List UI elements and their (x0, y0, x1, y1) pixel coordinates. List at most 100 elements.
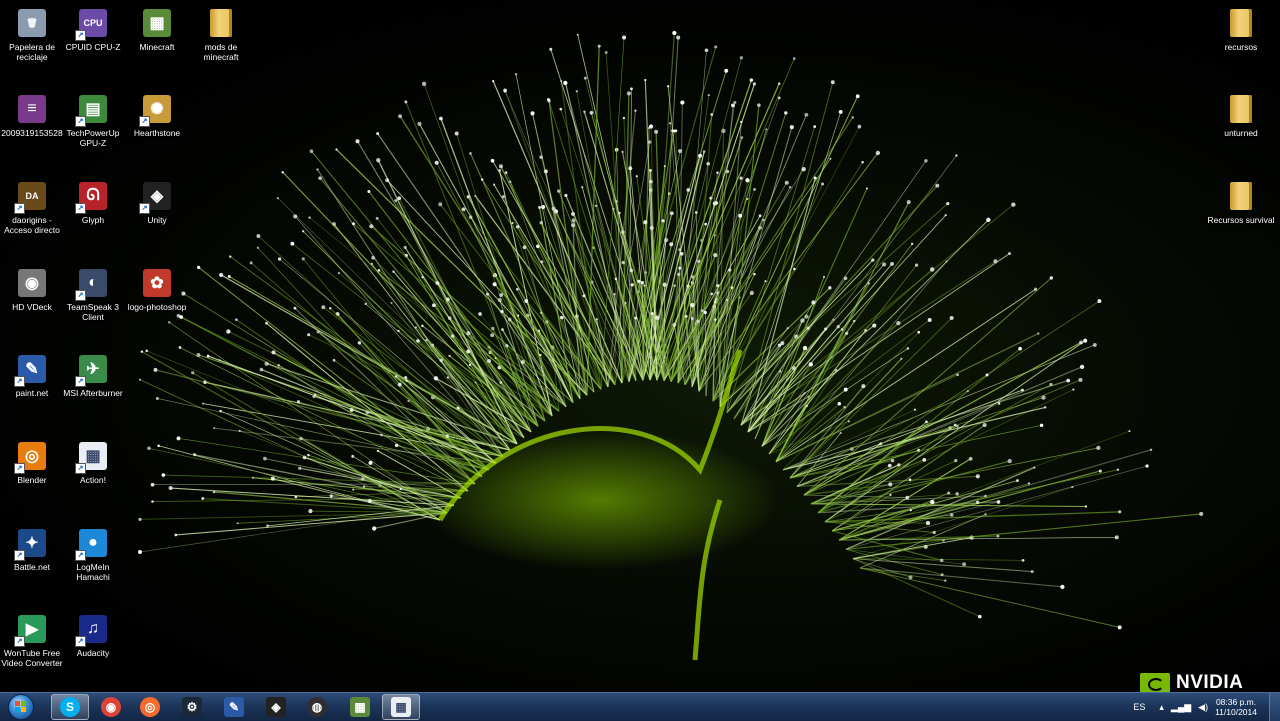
desktop-icon-label: WonTube Free Video Converter (1, 648, 63, 668)
desktop-icon-label: Minecraft (139, 42, 175, 52)
wallpaper-fiber-tip (985, 373, 989, 377)
wallpaper-fiber-tip (853, 319, 856, 323)
wallpaper-fiber-tip (168, 486, 173, 491)
desktop-icon-unity[interactable]: ◈ ↗ Unity (122, 175, 192, 225)
wallpaper-fiber-tip (955, 154, 958, 157)
wallpaper-fiber (852, 558, 981, 618)
shortcut-arrow-icon: ↗ (14, 376, 25, 387)
wallpaper-fiber-tip (559, 107, 563, 111)
wallpaper-fiber-tip (302, 230, 305, 233)
wallpaper-fiber-tip (1092, 343, 1097, 347)
origin-icon: ◎ (140, 697, 160, 717)
network-icon[interactable]: ▂▄▆ (1171, 702, 1191, 713)
taskbar-button-origin[interactable]: ◎ (131, 694, 169, 720)
desktop-icon-winrar-file[interactable]: ≡ 2009319153528 (0, 88, 67, 138)
wallpaper-glow (420, 430, 780, 570)
nvidia-eye-icon (1140, 673, 1170, 693)
wallpaper-fiber-tip (547, 99, 551, 103)
desktop-icon-recursos-survival[interactable]: Recursos survival (1206, 175, 1276, 225)
desktop-icon-action[interactable]: ▦ ↗ Action! (58, 435, 128, 485)
wallpaper-fiber-tip (549, 47, 553, 51)
cpuz-icon: CPU ↗ (75, 6, 110, 41)
desktop-icon-blender[interactable]: ◎ ↗ Blender (0, 435, 67, 485)
wallpaper-fiber-tip (281, 171, 284, 174)
clock-time: 08:36 p.m. (1215, 697, 1257, 707)
wallpaper-fiber-tip (390, 301, 393, 304)
desktop-icon-hdvdeck[interactable]: ◉ HD VDeck (0, 262, 67, 312)
wallpaper-fiber-tip (1021, 558, 1025, 562)
wallpaper-fiber-tip (962, 562, 967, 567)
paintnet-icon: ✎ ↗ (14, 352, 49, 387)
taskbar-button-paintnet[interactable]: ✎ (215, 694, 253, 720)
wallpaper-fiber-tip (621, 260, 625, 265)
taskbar-button-minecraft[interactable]: ▦ (341, 694, 379, 720)
desktop-icon-wontube[interactable]: ▶ ↗ WonTube Free Video Converter (0, 608, 67, 668)
desktop-icon-battlenet[interactable]: ✦ ↗ Battle.net (0, 522, 67, 572)
wallpaper-fiber-tip (309, 149, 314, 154)
wallpaper-fiber-tip (403, 245, 407, 249)
show-hidden-icons-icon[interactable]: ▴ (1159, 702, 1164, 713)
wallpaper-fiber-tip (201, 402, 205, 405)
wallpaper-fiber-tip (277, 364, 280, 367)
wallpaper-fiber-tip (704, 48, 709, 53)
wallpaper-fiber-tip (376, 449, 380, 453)
wallpaper-fiber-tip (501, 195, 505, 199)
desktop-icon-cpuz[interactable]: CPU ↗ CPUID CPU-Z (58, 2, 128, 52)
wallpaper-fiber-tip (864, 329, 867, 332)
wallpaper-fiber-tip (318, 176, 322, 180)
wallpaper-fiber-tip (290, 241, 295, 246)
wallpaper-fiber-tip (914, 263, 919, 267)
desktop-icon-audacity[interactable]: ♫ ↗ Audacity (58, 608, 128, 658)
desktop-icon-unturned[interactable]: unturned (1206, 88, 1276, 138)
wallpaper-fiber-tip (1007, 458, 1012, 464)
desktop-icon-logo-photoshop[interactable]: ✿ logo-photoshop (122, 262, 192, 312)
wallpaper-fiber-tip (913, 408, 917, 411)
taskbar: S ◉ ◎ ⚙ ✎ ◈ ◍ ▦ ▦ ES ▴ ▂▄▆ ◀) 08:36 p.m. 11/10/2… (0, 692, 1280, 721)
start-button[interactable] (2, 693, 40, 721)
desktop-icon-recycle-bin[interactable]: 🗑 Papelera de reciclaje (0, 2, 67, 62)
shortcut-arrow-icon: ↗ (75, 116, 86, 127)
wallpaper-fiber-tip (1096, 445, 1101, 451)
taskbar-button-obs[interactable]: ◍ (298, 694, 336, 720)
clock[interactable]: 08:36 p.m. 11/10/2014 (1215, 697, 1257, 717)
wallpaper-fiber-tip (672, 30, 677, 36)
hamachi-icon: ● ↗ (75, 526, 110, 561)
desktop-icon-glyph[interactable]: ᘏ ↗ Glyph (58, 175, 128, 225)
desktop-icon-daorigins[interactable]: DA ↗ daorigins - Acceso directo (0, 175, 67, 235)
wallpaper-fiber-tip (559, 315, 564, 320)
wallpaper-fiber-tip (839, 431, 842, 435)
desktop-icon-mods-folder[interactable]: mods de minecraft (186, 2, 256, 62)
wallpaper-fiber-tip (703, 310, 707, 315)
wallpaper-fiber-tip (1117, 625, 1122, 630)
wallpaper-fiber-tip (838, 110, 843, 114)
recycle-bin-icon: 🗑 (15, 6, 49, 40)
taskbar-button-unity[interactable]: ◈ (257, 694, 295, 720)
wallpaper-fiber-tip (151, 500, 154, 503)
taskbar-button-steam[interactable]: ⚙ (173, 694, 211, 720)
wallpaper-fiber-tip (1060, 584, 1065, 589)
wallpaper-fiber-tip (564, 193, 568, 197)
desktop-icon-recursos[interactable]: recursos (1206, 2, 1276, 52)
wallpaper-fiber-tip (480, 178, 484, 181)
wallpaper-fiber-tip (996, 500, 1001, 504)
wallpaper-fiber-tip (654, 129, 659, 134)
taskbar-button-action[interactable]: ▦ (382, 694, 420, 720)
wallpaper-fiber-tip (932, 530, 936, 535)
wallpaper-fiber-tip (1128, 430, 1131, 433)
desktop-icon-minecraft[interactable]: ▦ Minecraft (122, 2, 192, 52)
desktop-icon-gpuz[interactable]: ▤ ↗ TechPowerUp GPU-Z (58, 88, 128, 148)
volume-icon[interactable]: ◀) (1198, 702, 1208, 713)
taskbar-button-skype[interactable]: S (51, 694, 89, 720)
show-desktop-button[interactable] (1269, 693, 1280, 721)
desktop-icon-hearthstone[interactable]: ✺ ↗ Hearthstone (122, 88, 192, 138)
desktop-icon-teamspeak[interactable]: ◐ ↗ TeamSpeak 3 Client (58, 262, 128, 322)
wallpaper-fiber-tip (871, 258, 875, 262)
wallpaper-fiber-tip (157, 444, 160, 448)
language-indicator[interactable]: ES (1133, 702, 1145, 712)
taskbar-button-chrome[interactable]: ◉ (92, 694, 130, 720)
wallpaper-fiber-tip (439, 116, 443, 121)
desktop-icon-paintnet[interactable]: ✎ ↗ paint.net (0, 348, 67, 398)
wallpaper-fiber-tip (1049, 276, 1054, 280)
desktop-icon-afterburner[interactable]: ✈ ↗ MSI Afterburner (58, 348, 128, 398)
desktop-icon-hamachi[interactable]: ● ↗ LogMeIn Hamachi (58, 522, 128, 582)
